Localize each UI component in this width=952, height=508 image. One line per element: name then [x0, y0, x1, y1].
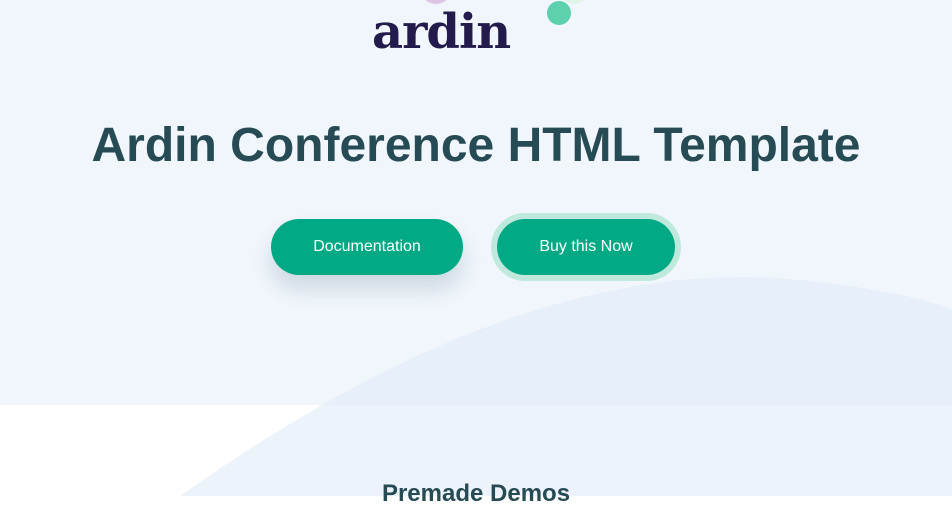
logo[interactable]: ardin — [360, 0, 600, 68]
section-title: Premade Demos — [381, 480, 571, 507]
page-title: Ardin Conference HTML Template — [91, 119, 861, 172]
documentation-button[interactable]: Documentation — [271, 219, 463, 275]
logo-text: ardin — [372, 4, 511, 60]
logo-green-dot-icon — [547, 1, 571, 25]
buy-now-button[interactable]: Buy this Now — [497, 219, 675, 275]
